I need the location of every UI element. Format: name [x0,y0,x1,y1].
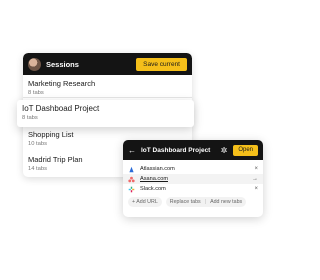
add-url-button[interactable]: + Add URL [128,197,162,207]
link-label: Atlassian.com [140,166,175,172]
replace-tabs-button[interactable]: Replace tabs [166,197,205,207]
tab-action-group: Replace tabs | Add new tabs [165,197,247,207]
stage: Sessions Save current Marketing Research… [0,0,280,280]
open-button[interactable]: Open [233,144,258,156]
session-detail-panel: ← IoT Dashboard Project ✲ Open Atlassian… [123,140,263,217]
link-row-slack[interactable]: Slack.com × [128,184,258,194]
remove-icon[interactable]: × [254,186,258,192]
session-item-shopping-list[interactable]: Shopping List 10 tabs [28,130,138,148]
asana-icon [128,176,135,183]
back-arrow-icon[interactable]: ← [128,146,136,155]
detail-header: ← IoT Dashboard Project ✲ Open [123,140,263,160]
open-arrow-icon[interactable]: → [252,176,258,182]
session-item-marketing-research[interactable]: Marketing Research 8 tabs [23,75,192,97]
detail-actions: + Add URL Replace tabs | Add new tabs [123,194,263,207]
session-item-madrid-trip-plan[interactable]: Madrid Trip Plan 14 tabs [28,155,138,173]
detail-title: IoT Dashboard Project [141,146,211,154]
session-tab-count: 8 tabs [22,115,38,121]
session-name: IoT Dashboad Project [22,104,100,113]
link-list: Atlassian.com × Asana.com → Slack.com × [123,160,263,194]
avatar[interactable] [28,57,41,71]
link-label: Slack.com [140,186,166,192]
session-tab-count: 8 tabs [28,90,44,96]
sessions-title: Sessions [46,59,79,69]
session-name: Madrid Trip Plan [28,155,83,164]
gear-icon[interactable]: ✲ [221,146,228,155]
save-current-button[interactable]: Save current [136,57,187,71]
link-row-atlassian[interactable]: Atlassian.com × [128,164,258,174]
link-label: Asana.com [140,176,168,182]
add-new-tabs-button[interactable]: Add new tabs [206,197,246,207]
remove-icon[interactable]: × [254,166,258,172]
session-tab-count: 14 tabs [28,166,48,172]
link-row-asana[interactable]: Asana.com → [123,174,263,184]
session-name: Marketing Research [28,79,96,88]
atlassian-icon [128,166,135,173]
slack-icon [128,186,135,193]
session-tab-count: 10 tabs [28,141,48,147]
sessions-header: Sessions Save current [23,53,192,75]
session-name: Shopping List [28,130,74,139]
session-item-iot-dashboad-project[interactable]: IoT Dashboad Project 8 tabs [17,100,194,127]
divider [23,97,192,98]
